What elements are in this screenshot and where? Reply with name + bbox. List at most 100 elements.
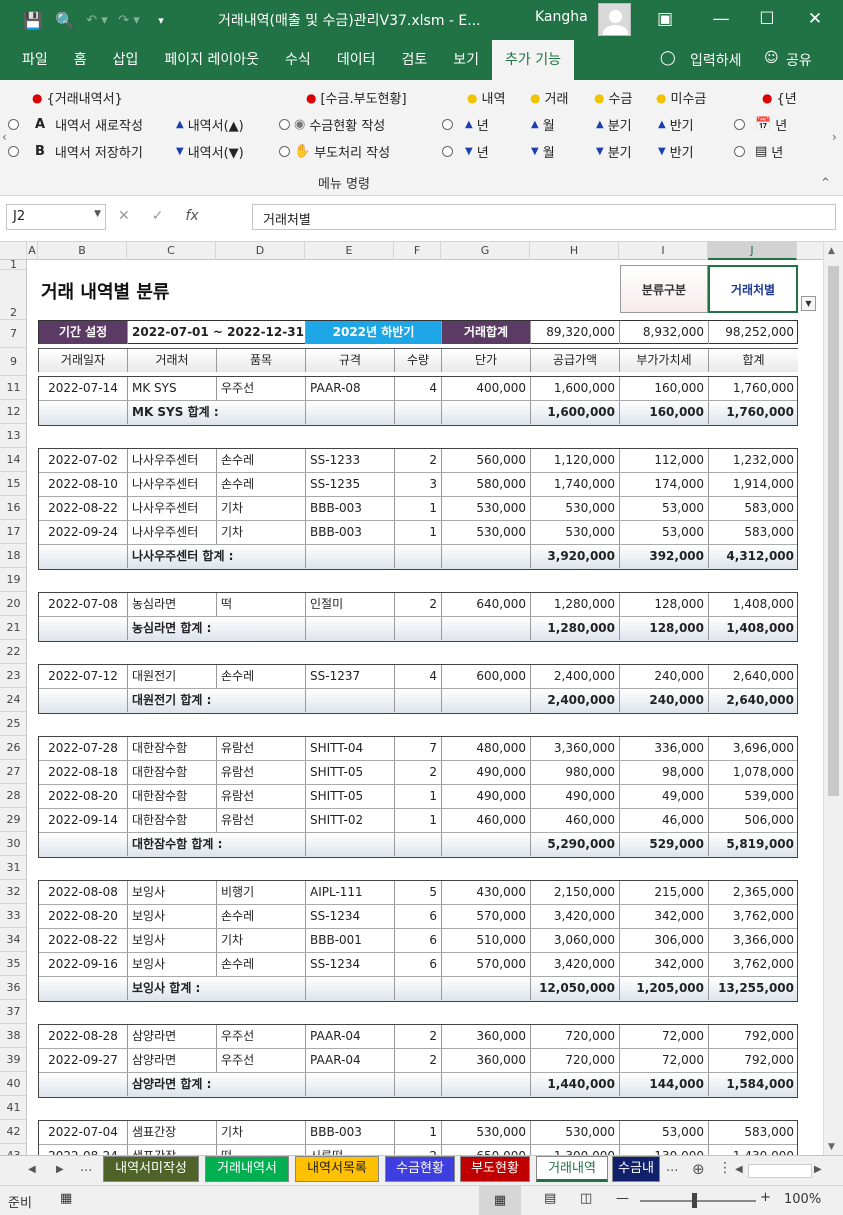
- table-cell[interactable]: 2022-08-22: [39, 929, 128, 952]
- row-header[interactable]: 25: [0, 712, 26, 736]
- table-cell[interactable]: 490,000: [531, 785, 620, 808]
- ribbon-scroll-right-icon[interactable]: ›: [832, 130, 837, 144]
- table-row[interactable]: 2022-08-08 보잉사 비행기 AIPL-111 5 430,000 2,150,00…: [39, 881, 797, 905]
- table-cell[interactable]: SHITT-04: [306, 737, 395, 760]
- table-cell[interactable]: 2022-07-04: [39, 1121, 128, 1144]
- col-header-c[interactable]: C: [127, 242, 216, 260]
- table-cell[interactable]: PAAR-04: [306, 1025, 395, 1048]
- table-row[interactable]: 2022-09-16 보잉사 손수레 SS-1234 6 570,000 3,420,000…: [39, 953, 797, 977]
- invoice-down-button[interactable]: ▼ 내역서(▼): [176, 142, 244, 161]
- table-cell[interactable]: 손수레: [217, 449, 306, 472]
- table-cell[interactable]: 1,914,000: [709, 473, 798, 496]
- row-header[interactable]: 19: [0, 568, 26, 592]
- horizontal-scrollbar[interactable]: [748, 1164, 812, 1178]
- table-cell[interactable]: 160,000: [620, 377, 709, 400]
- table-cell[interactable]: 1: [395, 785, 442, 808]
- table-cell[interactable]: 3,762,000: [709, 953, 798, 976]
- table-cell[interactable]: SS-1233: [306, 449, 395, 472]
- next-sheet-icon[interactable]: ▶: [56, 1164, 64, 1175]
- table-cell[interactable]: 460,000: [531, 809, 620, 832]
- formula-input[interactable]: 거래처별: [252, 204, 836, 230]
- table-cell[interactable]: 3,060,000: [531, 929, 620, 952]
- more-sheets-right-icon[interactable]: ...: [666, 1160, 678, 1175]
- close-icon[interactable]: ✕: [800, 6, 830, 32]
- table-cell[interactable]: 삼양라면: [128, 1025, 217, 1048]
- row-header[interactable]: 38: [0, 1024, 26, 1048]
- receipt-menu-label[interactable]: ● [수금.부도현황]: [306, 88, 407, 108]
- row-header[interactable]: 2: [0, 270, 26, 320]
- table-cell[interactable]: 430,000: [442, 881, 531, 904]
- zoom-slider-thumb[interactable]: [692, 1193, 697, 1208]
- table-cell[interactable]: 삼양라면: [128, 1049, 217, 1072]
- table-cell[interactable]: 3,360,000: [531, 737, 620, 760]
- table-row[interactable]: 2022-09-24 나사우주센터 기차 BBB-003 1 530,000 530,000…: [39, 521, 797, 545]
- table-cell[interactable]: 2022-09-24: [39, 521, 128, 544]
- table-cell[interactable]: 농심라면: [128, 593, 217, 616]
- year-down-button[interactable]: ▼ 년: [442, 142, 489, 161]
- table-cell[interactable]: 유람선: [217, 737, 306, 760]
- table-cell[interactable]: SHITT-05: [306, 785, 395, 808]
- row-header[interactable]: 43: [0, 1144, 26, 1155]
- table-cell[interactable]: 2: [395, 1025, 442, 1048]
- table-cell[interactable]: 2022-09-14: [39, 809, 128, 832]
- table-cell[interactable]: 560,000: [442, 449, 531, 472]
- tab-page-layout[interactable]: 페이지 레이아웃: [151, 40, 272, 80]
- sheet-tab-5[interactable]: 거래내역: [536, 1156, 608, 1182]
- table-cell[interactable]: 53,000: [620, 521, 709, 544]
- table-cell[interactable]: 530,000: [442, 497, 531, 520]
- table-cell[interactable]: 128,000: [620, 593, 709, 616]
- enter-icon[interactable]: ✓: [152, 208, 164, 224]
- row-header[interactable]: 12: [0, 400, 26, 424]
- table-cell[interactable]: 2,640,000: [709, 665, 798, 688]
- year-up-button[interactable]: ▲ 년: [442, 115, 489, 134]
- table-row[interactable]: 2022-08-24샘표간장떡시루떡2650,0001,300,000130,0…: [39, 1145, 797, 1155]
- table-cell[interactable]: 6: [395, 905, 442, 928]
- table-cell[interactable]: SS-1234: [306, 905, 395, 928]
- table-cell[interactable]: PAAR-08: [306, 377, 395, 400]
- scroll-thumb[interactable]: [828, 266, 839, 796]
- table-cell[interactable]: 2022-08-20: [39, 785, 128, 808]
- table-cell[interactable]: 2: [395, 1049, 442, 1072]
- table-cell[interactable]: 2022-08-22: [39, 497, 128, 520]
- row-header[interactable]: 15: [0, 472, 26, 496]
- table-cell[interactable]: 2022-08-08: [39, 881, 128, 904]
- chevron-down-icon[interactable]: ▼: [94, 209, 101, 219]
- table-row[interactable]: 2022-07-14 MK SYS 우주선 PAAR-08 4 400,000 1,600,…: [39, 377, 797, 401]
- table-cell[interactable]: 53,000: [620, 1121, 709, 1144]
- tab-formulas[interactable]: 수식: [272, 40, 324, 80]
- table-cell[interactable]: 3,420,000: [531, 905, 620, 928]
- table-cell[interactable]: 46,000: [620, 809, 709, 832]
- vertical-scrollbar[interactable]: ▲ ▼: [823, 242, 843, 1155]
- table-cell[interactable]: 기차: [217, 929, 306, 952]
- table-cell[interactable]: 130,000: [620, 1145, 709, 1155]
- table-cell[interactable]: 650,000: [442, 1145, 531, 1155]
- worksheet[interactable]: 거래 내역별 분류 분류구분 거래처별 ▼ 기간 설정 2022-07-01 ~…: [27, 260, 823, 1155]
- row-header[interactable]: 41: [0, 1096, 26, 1120]
- hscroll-left-icon[interactable]: ◀: [735, 1164, 743, 1175]
- table-cell[interactable]: 2: [395, 593, 442, 616]
- table-cell[interactable]: 유람선: [217, 809, 306, 832]
- table-cell[interactable]: 손수레: [217, 665, 306, 688]
- cancel-icon[interactable]: ✕: [118, 208, 130, 224]
- maximize-icon[interactable]: ☐: [752, 6, 782, 32]
- share-button[interactable]: 공유: [786, 50, 812, 70]
- table-cell[interactable]: 215,000: [620, 881, 709, 904]
- table-cell[interactable]: 530,000: [442, 1121, 531, 1144]
- table-cell[interactable]: 1,408,000: [709, 593, 798, 616]
- table-cell[interactable]: 2: [395, 761, 442, 784]
- table-cell[interactable]: 손수레: [217, 953, 306, 976]
- table-cell[interactable]: SS-1237: [306, 665, 395, 688]
- row-header[interactable]: 13: [0, 424, 26, 448]
- year2-down-button[interactable]: ▤ 년: [734, 142, 783, 161]
- table-cell[interactable]: SHITT-05: [306, 761, 395, 784]
- ribbon-btn-trade[interactable]: ● 거래: [530, 88, 568, 108]
- table-cell[interactable]: 792,000: [709, 1025, 798, 1048]
- table-cell[interactable]: 174,000: [620, 473, 709, 496]
- name-box[interactable]: J2 ▼: [6, 204, 106, 230]
- table-cell[interactable]: 2: [395, 1145, 442, 1155]
- table-cell[interactable]: 4: [395, 665, 442, 688]
- row-header[interactable]: 29: [0, 808, 26, 832]
- table-cell[interactable]: 583,000: [709, 497, 798, 520]
- table-cell[interactable]: 비행기: [217, 881, 306, 904]
- table-row[interactable]: 2022-09-27 삼양라면 우주선 PAAR-04 2 360,000 720,000 7…: [39, 1049, 797, 1073]
